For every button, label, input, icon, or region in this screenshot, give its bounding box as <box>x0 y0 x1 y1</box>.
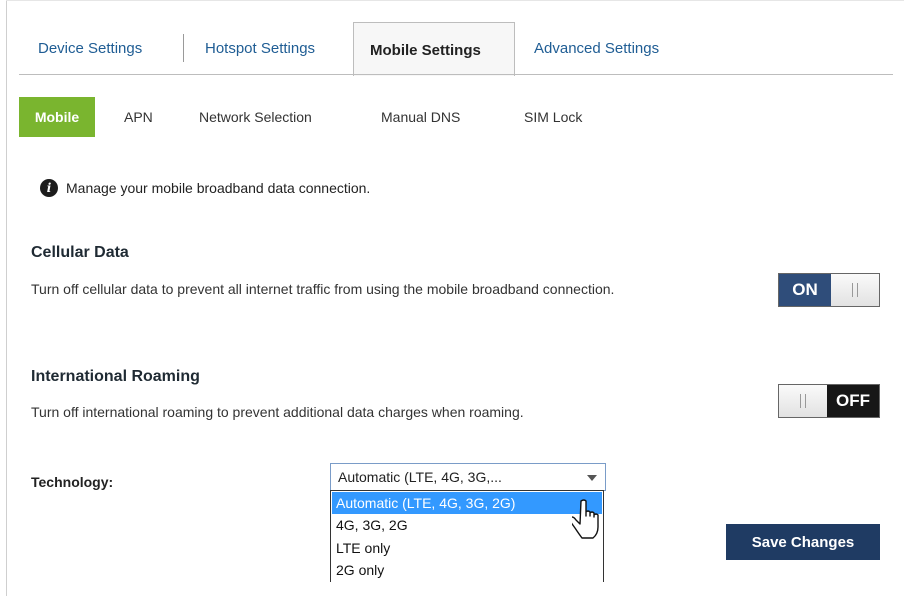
tab-hotspot-settings[interactable]: Hotspot Settings <box>205 40 315 57</box>
subtab-sim-lock[interactable]: SIM Lock <box>524 109 582 125</box>
tab-mobile-settings[interactable]: Mobile Settings <box>353 22 515 76</box>
technology-option[interactable]: LTE only <box>332 537 602 559</box>
page-border-top <box>6 0 904 1</box>
tab-separator <box>183 34 184 62</box>
info-icon: i <box>40 179 58 197</box>
technology-option[interactable]: 2G only <box>332 559 602 581</box>
international-roaming-description: Turn off international roaming to preven… <box>31 404 524 420</box>
grip-icon <box>852 283 858 297</box>
cellular-data-heading: Cellular Data <box>31 244 129 261</box>
subtab-apn[interactable]: APN <box>124 109 153 125</box>
info-message: Manage your mobile broadband data connec… <box>66 180 371 196</box>
technology-option[interactable]: Automatic (LTE, 4G, 3G, 2G) <box>332 492 602 514</box>
tabs-divider <box>19 74 893 75</box>
chevron-down-icon <box>587 475 597 481</box>
international-roaming-toggle[interactable]: OFF <box>778 384 880 418</box>
subtab-mobile[interactable]: Mobile <box>19 97 95 137</box>
technology-option[interactable]: 4G, 3G, 2G <box>332 514 602 536</box>
subtab-manual-dns[interactable]: Manual DNS <box>381 109 460 125</box>
technology-select[interactable]: Automatic (LTE, 4G, 3G,... <box>330 463 606 491</box>
page-border-left <box>6 0 7 596</box>
save-changes-button[interactable]: Save Changes <box>726 524 880 560</box>
toggle-handle <box>779 385 827 417</box>
subtab-network-selection[interactable]: Network Selection <box>199 109 312 125</box>
toggle-handle <box>831 274 879 306</box>
tab-device-settings[interactable]: Device Settings <box>38 40 142 57</box>
toggle-off-label: OFF <box>827 385 879 417</box>
technology-label: Technology: <box>31 474 114 490</box>
hand-pointer-cursor-icon <box>572 499 599 539</box>
toggle-on-label: ON <box>779 274 831 306</box>
technology-selected-value: Automatic (LTE, 4G, 3G,... <box>338 469 502 485</box>
international-roaming-heading: International Roaming <box>31 368 200 385</box>
tab-advanced-settings[interactable]: Advanced Settings <box>534 40 659 57</box>
grip-icon <box>800 394 806 408</box>
tab-mobile-settings-label: Mobile Settings <box>370 42 481 59</box>
cellular-data-toggle[interactable]: ON <box>778 273 880 307</box>
cellular-data-description: Turn off cellular data to prevent all in… <box>31 281 615 297</box>
technology-dropdown-list: Automatic (LTE, 4G, 3G, 2G) 4G, 3G, 2G L… <box>330 490 604 582</box>
